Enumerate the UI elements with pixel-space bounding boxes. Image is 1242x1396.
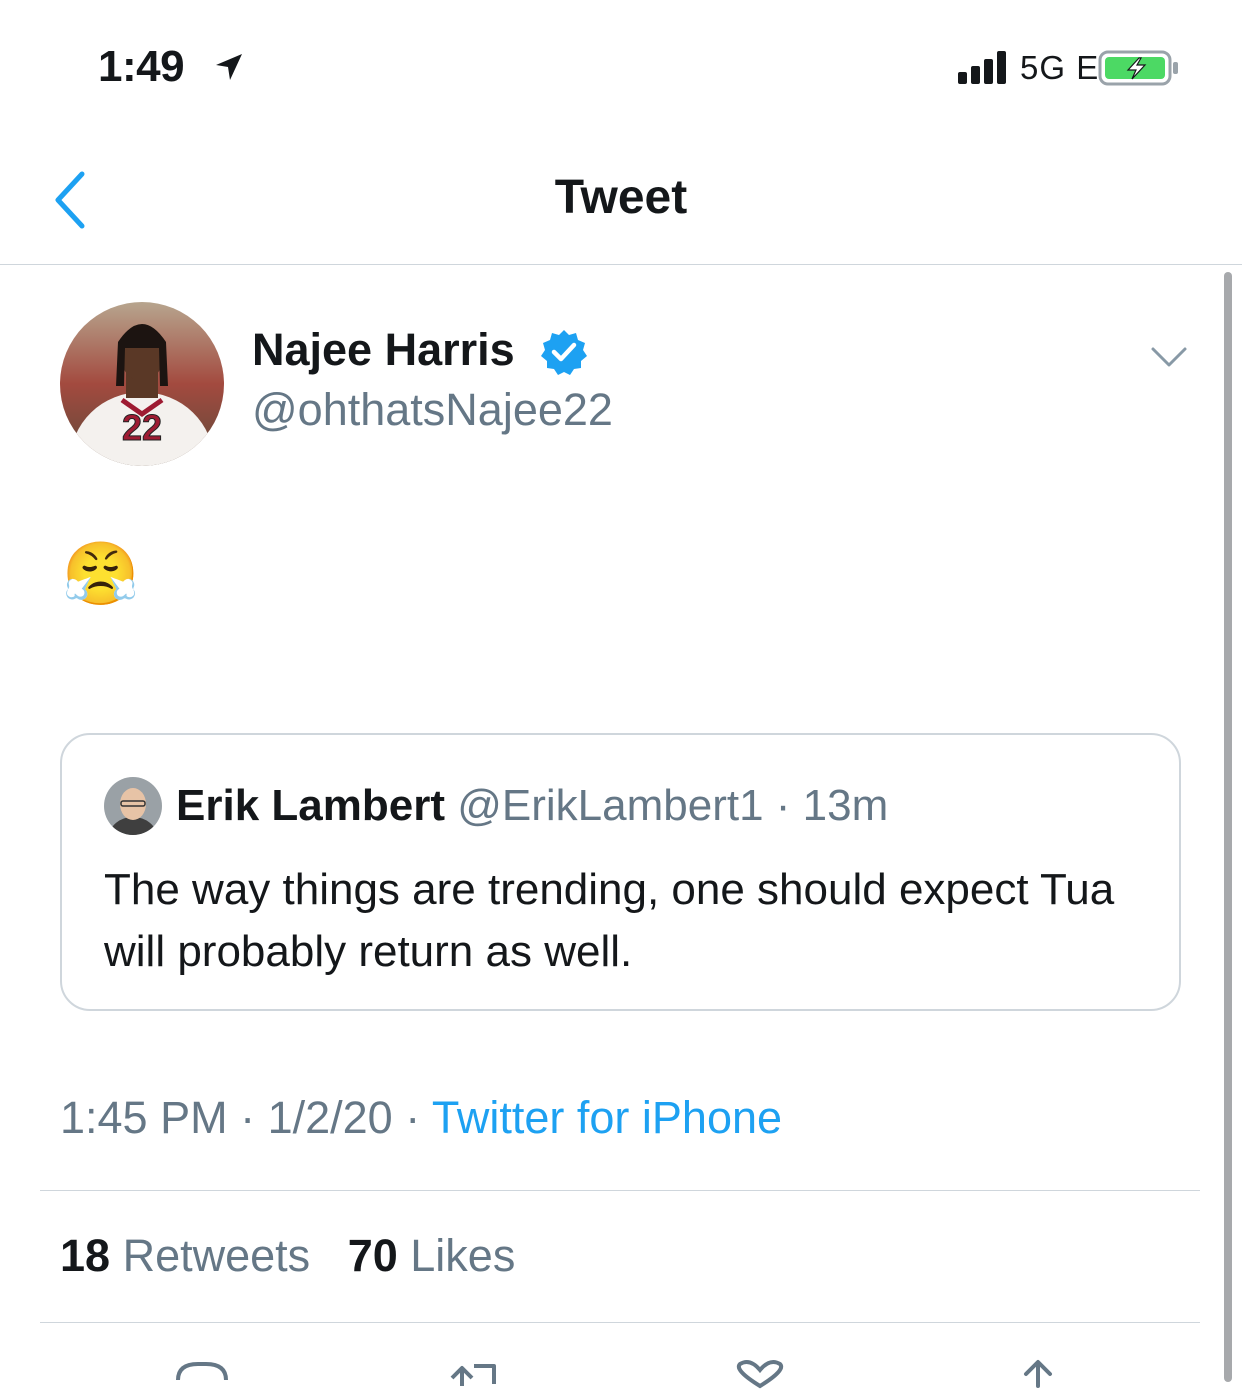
author-handle[interactable]: @ohthatsNajee22 [252,384,613,436]
chevron-down-icon[interactable] [1150,345,1188,369]
share-icon[interactable] [1008,1356,1068,1396]
tweet-source-link[interactable]: Twitter for iPhone [432,1092,782,1143]
quoted-author-name: Erik Lambert [176,781,445,830]
location-arrow-icon [216,54,242,80]
quoted-tweet-header: Erik Lambert @ErikLambert1 · 13m [176,781,888,831]
retweet-icon[interactable] [444,1356,504,1396]
like-icon[interactable] [730,1356,790,1396]
tweet-meta: 1:45 PM · 1/2/20 · Twitter for iPhone [60,1092,782,1144]
verified-badge-icon [541,330,587,375]
jersey-number: 22 [122,407,162,448]
tweet-timestamp: 1:45 PM · 1/2/20 · [60,1092,432,1143]
likes-label: Likes [410,1230,516,1281]
cellular-signal-icon [958,51,1006,84]
retweets-stat[interactable]: 18 Retweets [60,1230,310,1281]
scrollbar[interactable] [1224,272,1232,1382]
likes-count: 70 [347,1230,398,1281]
page-title: Tweet [554,171,688,224]
nav-divider [0,264,1242,265]
reply-icon[interactable] [172,1356,232,1396]
divider [40,1322,1200,1323]
quoted-author-meta: @ErikLambert1 · 13m [457,781,889,830]
status-time: 1:49 [98,42,185,91]
quoted-tweet-card[interactable]: Erik Lambert @ErikLambert1 · 13m The way… [60,733,1181,1011]
quoted-author-avatar [104,777,162,835]
retweets-label: Retweets [122,1230,311,1281]
battery-charging-icon [1098,50,1178,86]
author-name[interactable]: Najee Harris [252,324,515,376]
divider [40,1190,1200,1191]
likes-stat[interactable]: 70 Likes [348,1230,516,1281]
author-avatar[interactable]: 22 [60,302,224,466]
tweet-text: 😤 [62,540,140,609]
tweet-stats: 18 Retweets 70 Likes [60,1230,515,1282]
quoted-tweet-text: The way things are trending, one should … [104,865,1115,976]
retweets-count: 18 [60,1230,111,1281]
network-type: 5G E [1020,49,1100,86]
